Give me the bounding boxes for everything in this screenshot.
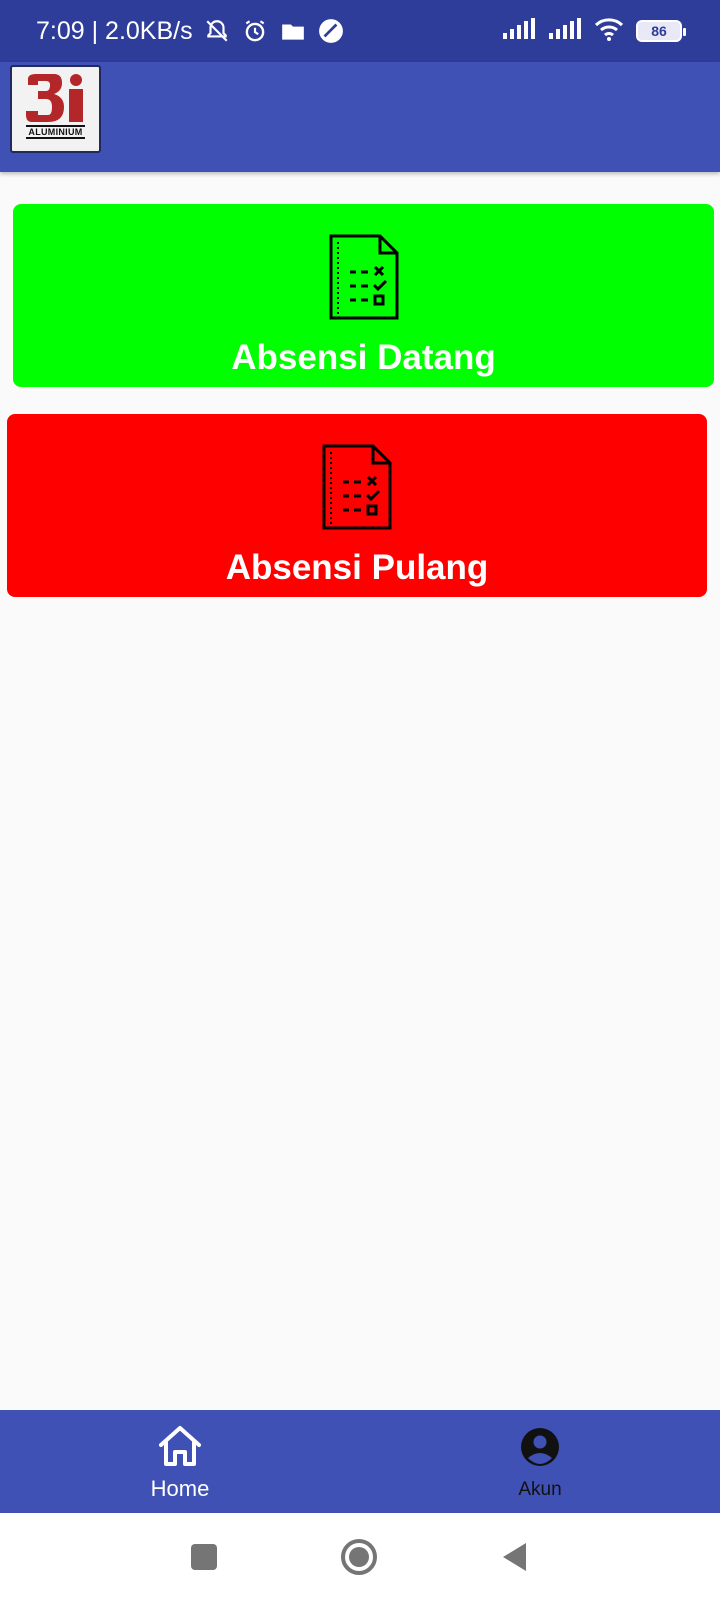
notifications-off-icon <box>203 17 231 45</box>
app-icon <box>317 17 345 45</box>
system-home-button[interactable] <box>337 1535 381 1579</box>
nav-item-home[interactable]: Home <box>0 1410 360 1513</box>
logo-mark <box>25 74 83 122</box>
nav-home-label: Home <box>150 1475 210 1501</box>
checklist-document-icon <box>322 444 392 530</box>
status-left: 7:09 | 2.0KB/s <box>36 17 345 46</box>
system-navigation-bar <box>0 1513 720 1600</box>
folder-icon <box>279 17 307 45</box>
absensi-datang-button[interactable]: Absensi Datang <box>13 204 714 387</box>
recents-button[interactable] <box>182 1535 226 1579</box>
app-bar: ALUMINIUM <box>0 62 720 172</box>
signal-icon <box>502 17 536 45</box>
signal-icon <box>548 17 582 45</box>
bottom-navigation: Home Akun <box>0 1410 720 1513</box>
battery-icon: 86 <box>636 20 686 42</box>
logo-text: ALUMINIUM <box>26 125 85 139</box>
wifi-icon <box>594 17 624 46</box>
home-icon <box>156 1422 204 1470</box>
back-triangle-icon <box>503 1543 526 1571</box>
nav-akun-label: Akun <box>518 1478 562 1500</box>
status-bar: 7:09 | 2.0KB/s 86 <box>0 0 720 62</box>
back-button[interactable] <box>492 1535 536 1579</box>
alarm-icon <box>241 17 269 45</box>
absensi-pulang-label: Absensi Pulang <box>225 548 489 587</box>
absensi-pulang-button[interactable]: Absensi Pulang <box>7 414 707 597</box>
battery-level: 86 <box>651 23 667 39</box>
circle-home-icon <box>341 1539 377 1575</box>
status-right: 86 <box>502 17 686 46</box>
recents-icon <box>191 1544 217 1570</box>
absensi-datang-label: Absensi Datang <box>231 338 496 377</box>
app-logo: ALUMINIUM <box>10 65 101 153</box>
account-circle-icon <box>516 1423 564 1471</box>
nav-item-akun[interactable]: Akun <box>360 1410 720 1513</box>
checklist-document-icon <box>329 234 398 320</box>
status-time-speed: 7:09 | 2.0KB/s <box>36 16 193 45</box>
